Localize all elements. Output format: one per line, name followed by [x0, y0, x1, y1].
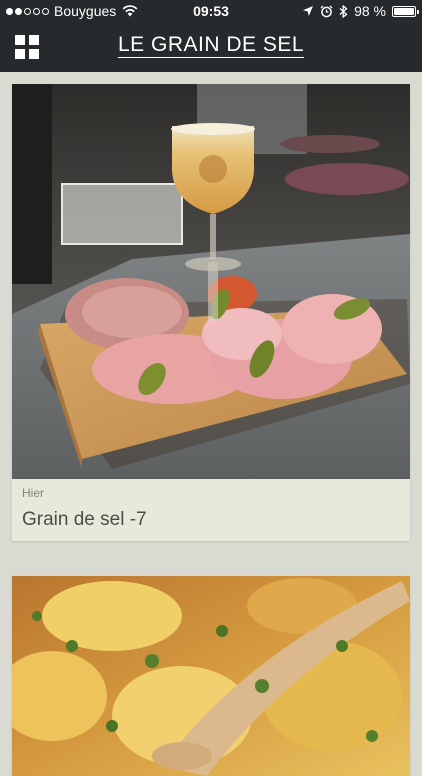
post-title: Grain de sel -7 — [22, 509, 147, 530]
battery-percent: 98 % — [354, 3, 386, 19]
battery-icon — [392, 5, 419, 17]
feed-card[interactable]: Hier Grain de sel -7 — [12, 84, 410, 541]
feed-card[interactable] — [12, 576, 410, 776]
post-date: Hier — [22, 486, 45, 500]
navigation-bar: LE GRAIN DE SEL — [0, 22, 422, 72]
location-arrow-icon — [303, 6, 314, 16]
post-photo — [12, 84, 410, 479]
status-bar: Bouygues 09:53 98 % — [0, 0, 422, 22]
post-photo — [12, 576, 410, 776]
app-title: LE GRAIN DE SEL — [117, 33, 305, 58]
bluetooth-icon — [339, 4, 348, 18]
alarm-clock-icon — [320, 5, 333, 17]
